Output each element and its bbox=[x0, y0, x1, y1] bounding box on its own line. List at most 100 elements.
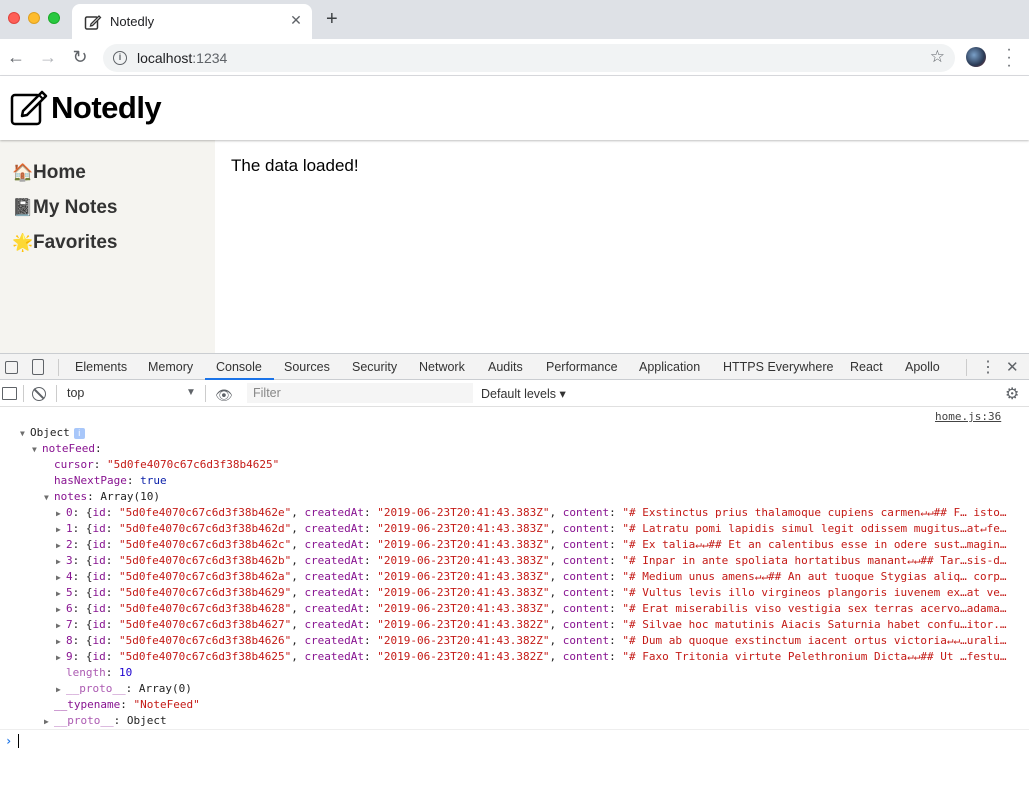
expand-triangle-icon[interactable]: ▶ bbox=[56, 634, 66, 649]
devtools-tabbar: Elements Memory Console Sources Security… bbox=[0, 353, 1029, 380]
reload-icon[interactable]: ↻ bbox=[70, 47, 90, 67]
note-row[interactable]: ▶ 8: {id: "5d0fe4070c67c6d3f38b4626", cre… bbox=[56, 633, 1029, 649]
tab-sources[interactable]: Sources bbox=[284, 360, 330, 374]
context-select[interactable]: top bbox=[67, 386, 84, 400]
note-id: "5d0fe4070c67c6d3f38b462d" bbox=[119, 522, 292, 535]
property-value: 10 bbox=[119, 666, 133, 679]
expand-triangle-icon[interactable]: ▶ bbox=[56, 650, 66, 665]
gear-icon[interactable]: ⚙ bbox=[1005, 384, 1019, 404]
note-index: 3 bbox=[66, 554, 73, 567]
tab-performance[interactable]: Performance bbox=[546, 360, 618, 374]
expand-triangle-icon[interactable]: ▼ bbox=[44, 490, 54, 506]
nav-item-my-notes[interactable]: 📓My Notes bbox=[12, 197, 117, 219]
note-row[interactable]: ▶ 2: {id: "5d0fe4070c67c6d3f38b462c", cre… bbox=[56, 537, 1029, 553]
sidebar-nav: 🏠Home 📓My Notes 🌟Favorites bbox=[0, 140, 215, 353]
device-toolbar-icon[interactable] bbox=[32, 359, 44, 375]
notebook-icon: 📓 bbox=[12, 198, 34, 217]
note-row[interactable]: ▶ 6: {id: "5d0fe4070c67c6d3f38b4628", cre… bbox=[56, 601, 1029, 617]
note-row[interactable]: ▶ 1: {id: "5d0fe4070c67c6d3f38b462d", cre… bbox=[56, 521, 1029, 537]
tab-close-icon[interactable]: ✕ bbox=[288, 12, 304, 29]
eye-icon[interactable]: 👁 bbox=[215, 387, 233, 404]
note-row[interactable]: ▶ 4: {id: "5d0fe4070c67c6d3f38b462a", cre… bbox=[56, 569, 1029, 585]
note-content: "# Latratu pomi lapidis simul legit odis… bbox=[622, 522, 1007, 535]
window-close-button[interactable] bbox=[8, 12, 20, 24]
toolbar-divider bbox=[56, 385, 57, 402]
note-content: "# Faxo Tritonia virtute Pelethronium Di… bbox=[622, 650, 1007, 663]
note-created-at: "2019-06-23T20:41:43.383Z" bbox=[377, 602, 550, 615]
dropdown-arrow-icon[interactable]: ▼ bbox=[186, 387, 196, 398]
text-caret bbox=[18, 734, 19, 748]
object-root-row[interactable]: ▼ Object i bbox=[20, 425, 85, 441]
property-key: __typename bbox=[54, 698, 121, 711]
log-levels-select[interactable]: Default levels ▾ bbox=[481, 386, 566, 401]
new-tab-button[interactable]: + bbox=[326, 8, 338, 31]
info-badge-icon[interactable]: i bbox=[73, 428, 85, 439]
forward-arrow-icon[interactable]: → bbox=[38, 47, 58, 67]
expand-triangle-icon[interactable]: ▶ bbox=[56, 522, 66, 537]
note-created-at: "2019-06-23T20:41:43.382Z" bbox=[377, 618, 550, 631]
proto-array-row[interactable]: ▶ __proto__: Array(0) bbox=[56, 681, 192, 697]
expand-triangle-icon[interactable]: ▶ bbox=[56, 506, 66, 521]
tab-network[interactable]: Network bbox=[419, 360, 465, 374]
filter-input[interactable] bbox=[247, 383, 473, 403]
notes-row[interactable]: ▼ notes: Array(10) bbox=[44, 489, 160, 505]
console-sidebar-icon[interactable] bbox=[2, 387, 17, 400]
note-created-at: "2019-06-23T20:41:43.382Z" bbox=[377, 634, 550, 647]
property-value: Array(0) bbox=[138, 682, 192, 695]
source-link[interactable]: home.js:36 bbox=[935, 410, 1001, 423]
browser-tab[interactable]: Notedly ✕ bbox=[72, 4, 312, 39]
clear-console-icon[interactable] bbox=[32, 387, 46, 401]
expand-triangle-icon[interactable]: ▶ bbox=[56, 570, 66, 585]
property-key: noteFeed bbox=[42, 442, 95, 455]
close-devtools-icon[interactable]: ✕ bbox=[1006, 358, 1019, 376]
expand-triangle-icon[interactable]: ▶ bbox=[44, 714, 54, 730]
tab-elements[interactable]: Elements bbox=[75, 360, 127, 374]
browser-menu-icon[interactable]: · · · bbox=[1003, 42, 1015, 74]
profile-avatar[interactable] bbox=[966, 47, 986, 67]
property-key: __proto__ bbox=[54, 714, 114, 727]
note-content: "# Silvae hoc matutinis Aiacis Saturnia … bbox=[622, 618, 1007, 631]
note-content: "# Medium unus amens↵↵## An aut tuoque S… bbox=[622, 570, 1007, 583]
note-row[interactable]: ▶ 5: {id: "5d0fe4070c67c6d3f38b4629", cre… bbox=[56, 585, 1029, 601]
window-maximize-button[interactable] bbox=[48, 12, 60, 24]
window-minimize-button[interactable] bbox=[28, 12, 40, 24]
tab-https-everywhere[interactable]: HTTPS Everywhere bbox=[723, 360, 833, 374]
info-icon[interactable]: i bbox=[113, 51, 127, 65]
note-created-at: "2019-06-23T20:41:43.383Z" bbox=[377, 570, 550, 583]
note-content: "# Vultus levis illo virgineos plangoris… bbox=[622, 586, 1007, 599]
expand-triangle-icon[interactable]: ▼ bbox=[20, 426, 30, 442]
address-bar[interactable]: i localhost:1234 ☆ bbox=[103, 44, 955, 72]
notefeed-row[interactable]: ▼ noteFeed: bbox=[32, 441, 102, 457]
note-row[interactable]: ▶ 0: {id: "5d0fe4070c67c6d3f38b462e", cre… bbox=[56, 505, 1029, 521]
expand-triangle-icon[interactable]: ▶ bbox=[56, 538, 66, 553]
note-row[interactable]: ▶ 9: {id: "5d0fe4070c67c6d3f38b4625", cre… bbox=[56, 649, 1029, 665]
note-row[interactable]: ▶ 7: {id: "5d0fe4070c67c6d3f38b4627", cre… bbox=[56, 617, 1029, 633]
expand-triangle-icon[interactable]: ▶ bbox=[56, 586, 66, 601]
expand-triangle-icon[interactable]: ▶ bbox=[56, 618, 66, 633]
expand-triangle-icon[interactable]: ▼ bbox=[32, 442, 42, 458]
inspect-element-icon[interactable] bbox=[5, 361, 18, 374]
bookmark-star-icon[interactable]: ☆ bbox=[930, 47, 945, 67]
note-index: 8 bbox=[66, 634, 73, 647]
note-row[interactable]: ▶ 3: {id: "5d0fe4070c67c6d3f38b462b", cre… bbox=[56, 553, 1029, 569]
console-prompt[interactable]: › bbox=[0, 729, 1029, 751]
more-options-icon[interactable]: ⋮ bbox=[980, 357, 996, 377]
url-text[interactable]: localhost:1234 bbox=[137, 50, 227, 66]
note-created-at: "2019-06-23T20:41:43.383Z" bbox=[377, 554, 550, 567]
typename-row: __typename: "NoteFeed" bbox=[54, 698, 200, 711]
back-arrow-icon[interactable]: ← bbox=[6, 47, 26, 67]
tab-security[interactable]: Security bbox=[352, 360, 397, 374]
tab-react[interactable]: React bbox=[850, 360, 883, 374]
expand-triangle-icon[interactable]: ▶ bbox=[56, 682, 66, 698]
tab-console[interactable]: Console bbox=[216, 360, 262, 374]
expand-triangle-icon[interactable]: ▶ bbox=[56, 602, 66, 617]
proto-object-row[interactable]: ▶ __proto__: Object bbox=[44, 713, 167, 729]
tab-apollo[interactable]: Apollo bbox=[905, 360, 940, 374]
nav-item-favorites[interactable]: 🌟Favorites bbox=[12, 232, 117, 254]
tab-application[interactable]: Application bbox=[639, 360, 700, 374]
tab-audits[interactable]: Audits bbox=[488, 360, 523, 374]
object-label: Object bbox=[30, 426, 70, 439]
tab-memory[interactable]: Memory bbox=[148, 360, 193, 374]
expand-triangle-icon[interactable]: ▶ bbox=[56, 554, 66, 569]
nav-item-home[interactable]: 🏠Home bbox=[12, 162, 86, 184]
